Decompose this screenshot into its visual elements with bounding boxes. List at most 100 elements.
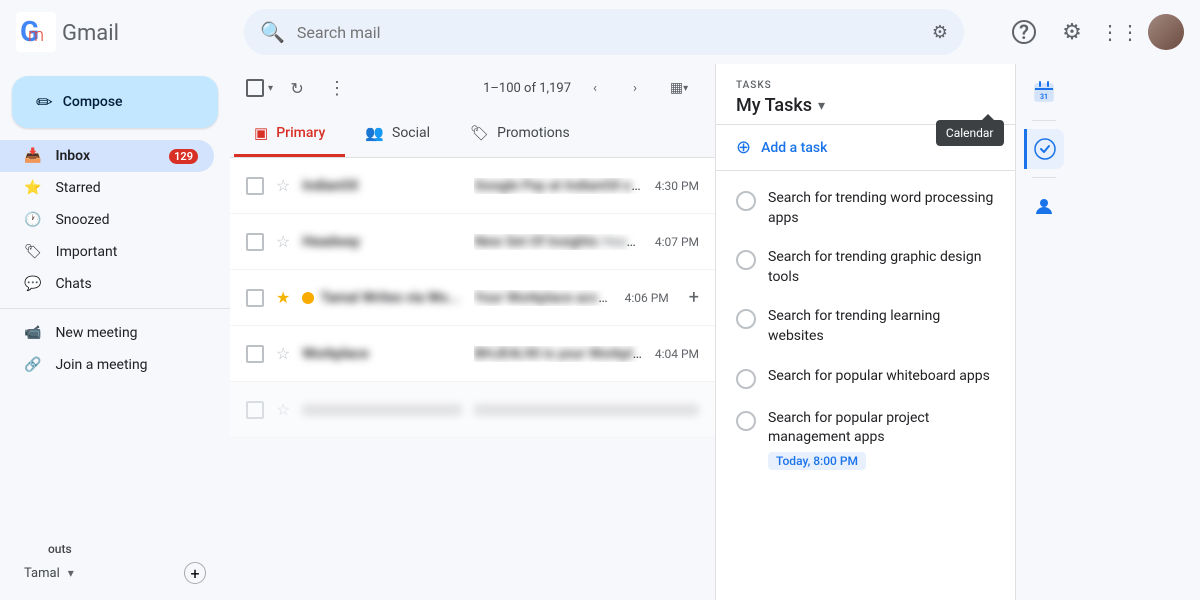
sidebar: ✏ Compose 📥 Inbox 129 ⭐ Starred 🕐 Snooze… (0, 64, 230, 600)
contacts-panel-button[interactable] (1024, 186, 1064, 226)
settings-button[interactable]: ⚙ (1052, 12, 1092, 52)
sidebar-item-important[interactable]: 🏷 Important (0, 236, 214, 268)
email-subject: Your Workplace account login details (474, 290, 612, 306)
search-icon: 🔍 (260, 20, 285, 44)
apps-icon: ⋮⋮ (1100, 20, 1140, 44)
email-content: BHJE4L90 is your Workplace activation co… (474, 346, 642, 362)
table-row[interactable]: ☆ Workplace BHJE4L90 is your Workplace a… (230, 326, 715, 382)
workspace-dropdown-icon[interactable]: ▾ (68, 566, 74, 580)
gmail-logo-icon: G m (16, 12, 56, 52)
compose-button[interactable]: ✏ Compose (12, 76, 218, 128)
tasks-panel-button[interactable] (1024, 129, 1064, 169)
add-label-button[interactable]: + (184, 562, 206, 584)
chats-label: Chats (55, 276, 91, 292)
join-meeting-label: Join a meeting (55, 357, 147, 373)
inbox-label: Inbox (55, 148, 90, 164)
email-sender: Workplace (302, 346, 462, 362)
task-list: Search for trending word processing apps… (716, 171, 1015, 600)
search-input[interactable] (297, 23, 920, 42)
prev-page-button[interactable]: ‹ (579, 72, 611, 104)
table-row[interactable]: ☆ Headway New Set Of Insights Headway Re… (230, 214, 715, 270)
task-text-1: Search for trending graphic design tools (768, 248, 995, 287)
promotions-tab-icon: 🏷 (470, 124, 489, 142)
email-snippet: Headway Read all today's insights if you… (601, 234, 642, 250)
more-options-button[interactable]: ⋮ (321, 72, 353, 104)
avatar[interactable] (1148, 14, 1184, 50)
panel-icon-sidebar: 31 Calendar (1015, 64, 1071, 600)
email-time: 4:07 PM (655, 235, 699, 249)
apps-button[interactable]: ⋮⋮ (1100, 12, 1140, 52)
email-content: Your Workplace account login details Let… (474, 290, 612, 306)
star-toggle[interactable]: ★ (276, 288, 290, 307)
row-checkbox[interactable] (246, 345, 264, 363)
topbar-icons: ? ⚙ ⋮⋮ (1004, 12, 1184, 52)
star-toggle[interactable]: ☆ (276, 400, 290, 419)
primary-tab-icon: ▣ (254, 124, 268, 142)
email-sender: Tamal Writes via Wo... (320, 290, 480, 306)
email-subject: Google Pay at IndianOil outlets and earn… (474, 178, 642, 194)
calendar-panel-button[interactable]: 31 (1024, 72, 1064, 112)
filter-icon[interactable]: ⚙ (932, 22, 948, 43)
chevron-right-icon: › (633, 81, 637, 96)
add-icon[interactable]: + (689, 287, 699, 308)
checkbox-dropdown-icon[interactable]: ▾ (268, 83, 273, 94)
new-meeting-button[interactable]: 📹 New meeting (0, 317, 214, 349)
sidebar-item-snoozed[interactable]: 🕐 Snoozed (0, 204, 214, 236)
table-row[interactable]: ★ Tamal Writes via Wo... Your Workplace … (230, 270, 715, 326)
row-checkbox[interactable] (246, 289, 264, 307)
task-radio-0[interactable] (736, 191, 756, 211)
task-radio-3[interactable] (736, 369, 756, 389)
list-item[interactable]: Search for popular whiteboard apps (716, 357, 1015, 399)
next-page-button[interactable]: › (619, 72, 651, 104)
task-radio-2[interactable] (736, 309, 756, 329)
table-row[interactable]: ☆ (230, 382, 715, 438)
table-row[interactable]: ☆ IndianOil Google Pay at IndianOil outl… (230, 158, 715, 214)
snoozed-label: Snoozed (55, 212, 109, 228)
search-bar[interactable]: 🔍 ⚙ (244, 9, 964, 55)
sidebar-item-inbox[interactable]: 📥 Inbox 129 (0, 140, 214, 172)
gmail-wordmark-icon: Gmail (62, 18, 130, 46)
star-icon: ⭐ (24, 180, 41, 196)
tab-promotions[interactable]: 🏷 Promotions (450, 112, 590, 157)
compose-label: Compose (63, 94, 123, 110)
sidebar-item-chats[interactable]: 💬 Chats (0, 268, 214, 300)
list-item[interactable]: Search for trending word processing apps (716, 179, 1015, 238)
tasks-dropdown-icon[interactable]: ▾ (818, 98, 825, 114)
email-sender: IndianOil (302, 178, 462, 194)
refresh-button[interactable]: ↻ (281, 72, 313, 104)
task-radio-1[interactable] (736, 250, 756, 270)
svg-text:m: m (28, 25, 44, 46)
row-checkbox[interactable] (246, 401, 264, 419)
video-icon: 📹 (24, 325, 41, 341)
select-all-checkbox[interactable] (246, 79, 264, 97)
list-item[interactable]: Search for trending graphic design tools (716, 238, 1015, 297)
tab-social[interactable]: 👥 Social (345, 112, 450, 157)
star-toggle[interactable]: ☆ (276, 232, 290, 251)
help-button[interactable]: ? (1004, 12, 1044, 52)
workspace-name: Tamal (24, 566, 60, 581)
star-toggle[interactable]: ☆ (276, 344, 290, 363)
list-item[interactable]: Search for popular project management ap… (716, 399, 1015, 480)
row-checkbox[interactable] (246, 177, 264, 195)
tab-primary[interactable]: ▣ Primary (234, 112, 345, 157)
email-sender: Headway (302, 234, 462, 250)
star-toggle[interactable]: ☆ (276, 176, 290, 195)
view-options-button[interactable]: ▦ ▾ (659, 72, 699, 104)
inbox-icon: 📥 (24, 148, 41, 164)
social-tab-label: Social (392, 125, 430, 141)
svg-text:31: 31 (1039, 93, 1047, 101)
row-checkbox[interactable] (246, 233, 264, 251)
calendar-icon: 31 (1032, 80, 1056, 104)
task-text-0: Search for trending word processing apps (768, 189, 995, 228)
chat-icon: 💬 (24, 276, 41, 292)
promotions-tab-label: Promotions (497, 125, 570, 141)
task-radio-4[interactable] (736, 411, 756, 431)
task-text-3: Search for popular whiteboard apps (768, 367, 990, 387)
tasks-header: TASKS My Tasks ▾ (716, 64, 1015, 125)
contacts-icon (1032, 194, 1056, 218)
sidebar-item-starred[interactable]: ⭐ Starred (0, 172, 214, 204)
social-tab-icon: 👥 (365, 124, 384, 142)
join-meeting-button[interactable]: 🔗 Join a meeting (0, 349, 214, 381)
email-content (474, 404, 699, 416)
list-item[interactable]: Search for trending learning websites (716, 297, 1015, 356)
